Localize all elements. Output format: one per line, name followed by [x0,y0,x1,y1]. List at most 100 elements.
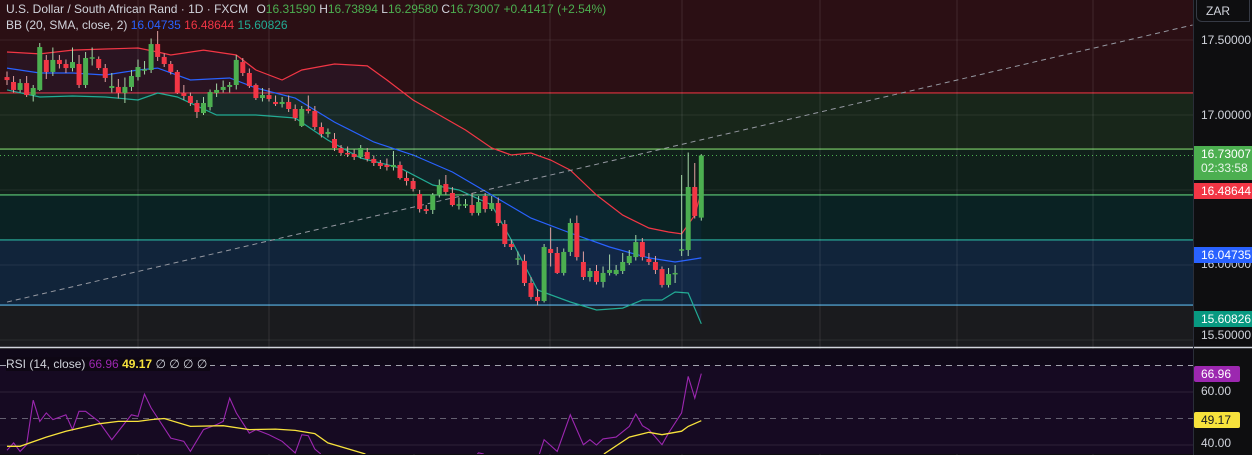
candle-body [227,85,233,87]
candle-body [594,271,599,282]
candle-body [148,44,154,70]
candle [253,83,259,100]
bb-label: BB (20, SMA, close, 2) [6,18,128,32]
rsi-tick: 60.00 [1201,384,1232,398]
candle-body [30,88,36,96]
candle-body [482,196,488,210]
candle-body [89,57,95,59]
candle-body [692,187,698,216]
candle-body [620,262,626,271]
candle-body [351,154,357,157]
candle-body [332,139,337,148]
candle-body [240,62,246,73]
candle-body [535,296,541,301]
candle-body [567,223,573,252]
candle-body [194,103,200,112]
candle-body [253,85,259,99]
candle-body [168,64,174,72]
low-value: 16.29580 [387,2,439,16]
currency-button[interactable]: ZAR [1196,0,1250,22]
candle-body [476,202,482,213]
candle-body [554,253,560,273]
candle [174,70,180,94]
rsi-value-tag: 66.96 [1194,366,1240,382]
candle-body [659,269,665,285]
candle-body [63,64,69,69]
bb-basis-tag: 16.04735 [1194,247,1252,263]
candle-body [508,244,514,247]
candle-body [279,101,285,105]
candle-body [338,148,344,153]
rsi-tick: 40.00 [1201,436,1232,450]
rsi-band-fill [0,365,1193,454]
high-value: 16.73894 [327,2,378,16]
candle-body [83,58,89,85]
rsi-legend[interactable]: RSI (14, close) 66.96 49.17 ∅ ∅ ∅ ∅ [6,357,211,371]
candle-body [43,59,49,72]
candle-body [646,259,652,262]
candle-body [318,127,324,135]
candle-body [161,56,167,64]
candle-body [96,59,102,69]
candle-body [600,272,606,282]
bb-upper-value: 16.48644 [184,18,235,32]
candle-body [449,193,455,205]
candle-body [305,109,311,111]
candle-body [181,92,187,96]
last-price-tag: 16.73007 02:33:58 [1194,146,1252,180]
candle-body [384,164,390,168]
candle-body [574,223,580,258]
change-value: +0.41417 (+2.54%) [503,2,607,16]
candle [233,55,239,90]
candle [502,220,508,247]
candle-body [37,47,43,90]
candle-body [561,251,567,273]
chart-canvas[interactable] [0,0,1252,455]
candle-body [201,103,206,114]
open-value: 16.31590 [265,2,316,16]
candle [37,43,43,91]
candle-body [259,95,265,99]
candle [567,218,573,256]
candle-body [24,83,30,96]
candle-body [436,185,442,195]
candle-body [70,62,75,69]
candle-body [174,71,180,93]
candle-body [273,101,279,105]
candle-body [521,260,527,283]
candle [541,244,547,303]
candle-body [652,262,658,270]
bb-basis-value: 16.04735 [130,18,181,32]
candle-body [580,262,586,277]
candle-body [292,109,298,118]
candle-body [685,187,691,250]
candle-body [456,204,462,206]
candle-body [613,269,619,274]
candle-body [220,86,226,90]
candle-body [50,59,56,72]
candle [299,106,305,127]
candle-body [390,164,396,168]
candle-body [463,204,468,206]
candle-body [286,101,292,109]
candle-body [404,178,410,181]
candle [698,154,704,221]
candle-body [56,59,62,64]
rsi-value: 66.96 [88,357,119,371]
candle-body [528,283,534,297]
candle-body [541,247,547,301]
candle-body [495,203,501,223]
candle-body [548,248,554,253]
main-pane [0,0,1193,347]
candle-body [417,194,423,210]
candle-body [397,164,403,178]
candle-body [443,184,449,192]
candle-body [4,77,10,81]
bb-lower-value: 15.60826 [237,18,288,32]
candle-body [666,274,672,285]
candle [659,266,665,288]
candle-body [214,89,220,93]
candle-body [358,148,364,157]
bb-legend[interactable]: BB (20, SMA, close, 2) 16.04735 16.48644… [6,18,288,32]
bb-upper-tag: 16.48644 [1194,183,1252,199]
